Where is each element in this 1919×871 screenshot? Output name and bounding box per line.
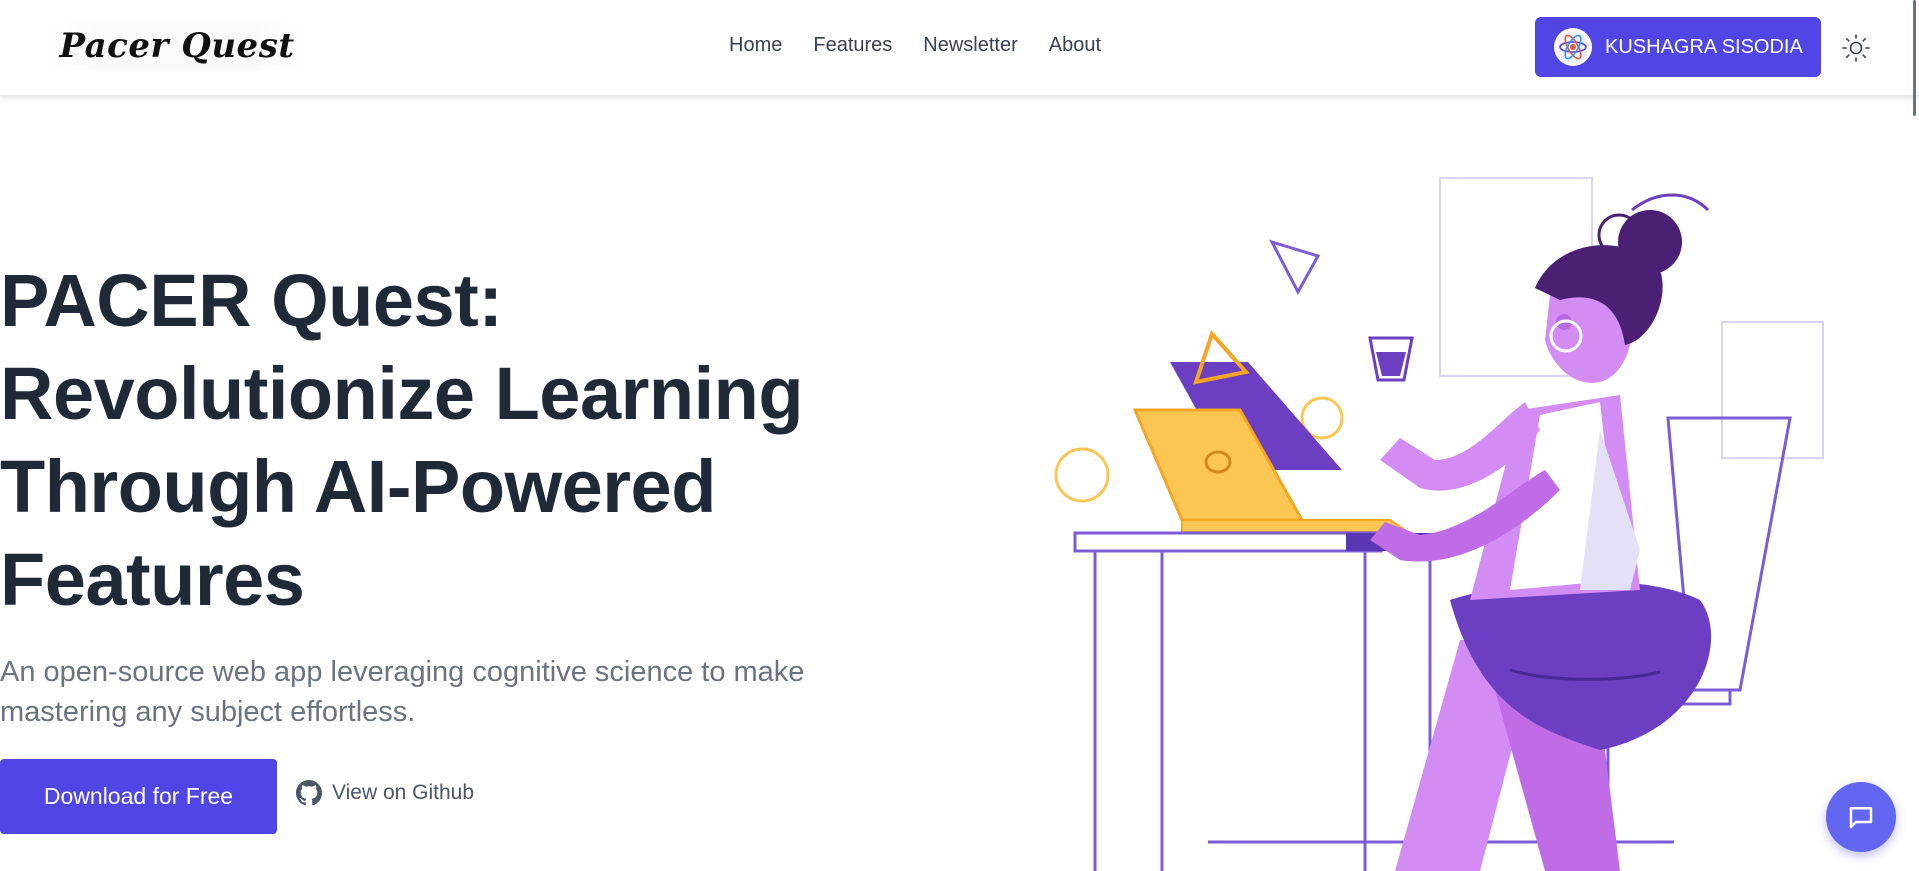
github-link-label: View on Github [332, 781, 475, 804]
user-name: KUSHAGRA SISODIA [1605, 35, 1803, 58]
github-icon [296, 780, 322, 806]
hero-illustration [1054, 177, 1824, 871]
main-nav: Home Features Newsletter About [729, 34, 1101, 57]
nav-about[interactable]: About [1049, 34, 1101, 57]
chat-button[interactable] [1826, 782, 1896, 852]
github-link[interactable]: View on Github [296, 780, 474, 806]
download-button[interactable]: Download for Free [0, 759, 277, 834]
nav-features[interactable]: Features [813, 34, 892, 57]
sun-icon [1842, 34, 1870, 62]
theme-toggle[interactable] [1838, 30, 1874, 66]
chat-icon [1849, 807, 1873, 829]
scrollbar[interactable] [1911, 0, 1919, 871]
nav-newsletter[interactable]: Newsletter [923, 34, 1017, 57]
nav-home[interactable]: Home [729, 34, 782, 57]
site-header: Pacer Quest Home Features Newsletter Abo… [0, 0, 1919, 96]
logo[interactable]: Pacer Quest [50, 22, 304, 70]
hero-subtitle: An open-source web app leveraging cognit… [0, 656, 805, 728]
user-profile-button[interactable]: KUSHAGRA SISODIA [1535, 17, 1821, 77]
scrollbar-thumb[interactable] [1913, 0, 1916, 116]
hero-title: PACER Quest: Revolutionize Learning Thro… [0, 259, 804, 621]
atom-icon [1554, 28, 1592, 66]
